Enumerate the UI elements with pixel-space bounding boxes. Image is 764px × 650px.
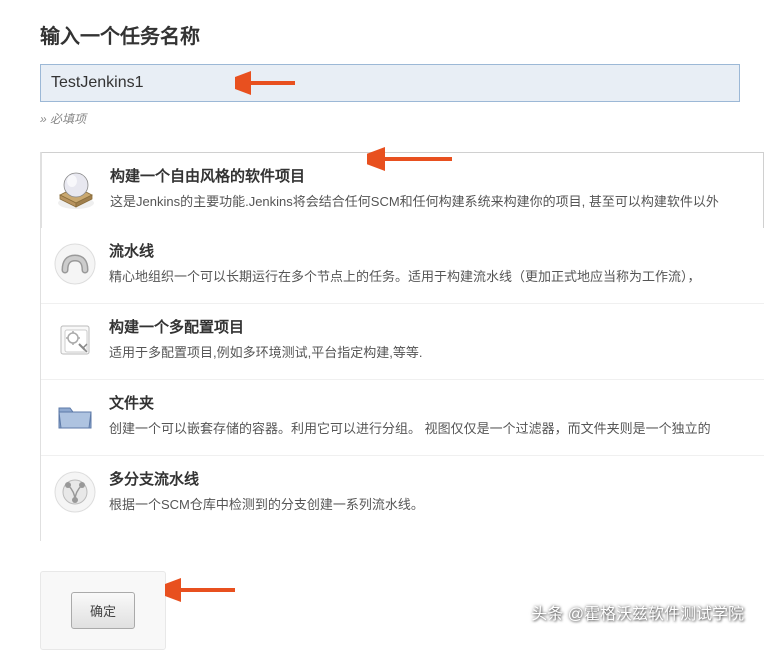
item-type-title: 构建一个多配置项目 [109, 316, 754, 337]
submit-area: 确定 [40, 571, 166, 650]
item-type-multiconfig[interactable]: 构建一个多配置项目 适用于多配置项目,例如多环境测试,平台指定构建,等等. [41, 304, 764, 380]
item-type-desc: 这是Jenkins的主要功能.Jenkins将会结合任何SCM和任何构建系统来构… [110, 191, 753, 210]
watermark-text: 头条 @霍格沃兹软件测试学院 [531, 600, 744, 624]
multibranch-pipeline-icon [51, 468, 99, 516]
pipeline-icon [51, 240, 99, 288]
item-type-desc: 根据一个SCM仓库中检测到的分支创建一系列流水线。 [109, 494, 754, 513]
multiconfig-icon [51, 316, 99, 364]
arrow-annotation-icon [165, 576, 240, 604]
item-type-folder[interactable]: 文件夹 创建一个可以嵌套存储的容器。利用它可以进行分组。 视图仅仅是一个过滤器，… [41, 380, 764, 456]
item-type-freestyle[interactable]: 构建一个自由风格的软件项目 这是Jenkins的主要功能.Jenkins将会结合… [41, 152, 764, 228]
item-type-title: 多分支流水线 [109, 468, 754, 489]
item-type-list: 构建一个自由风格的软件项目 这是Jenkins的主要功能.Jenkins将会结合… [40, 152, 764, 541]
item-name-input[interactable] [40, 64, 740, 102]
item-type-desc: 创建一个可以嵌套存储的容器。利用它可以进行分组。 视图仅仅是一个过滤器，而文件夹… [109, 418, 754, 437]
item-type-desc: 适用于多配置项目,例如多环境测试,平台指定构建,等等. [109, 342, 754, 361]
item-type-desc: 精心地组织一个可以长期运行在多个节点上的任务。适用于构建流水线（更加正式地应当称… [109, 266, 754, 285]
freestyle-project-icon [52, 165, 100, 213]
item-type-title: 文件夹 [109, 392, 754, 413]
folder-icon [51, 392, 99, 440]
ok-button[interactable]: 确定 [71, 592, 135, 629]
item-type-title: 流水线 [109, 240, 754, 261]
item-type-title: 构建一个自由风格的软件项目 [110, 165, 753, 186]
page-title: 输入一个任务名称 [40, 20, 764, 49]
item-type-pipeline[interactable]: 流水线 精心地组织一个可以长期运行在多个节点上的任务。适用于构建流水线（更加正式… [41, 228, 764, 304]
item-type-multibranch[interactable]: 多分支流水线 根据一个SCM仓库中检测到的分支创建一系列流水线。 [41, 456, 764, 541]
required-hint: » 必填项 [40, 110, 764, 127]
